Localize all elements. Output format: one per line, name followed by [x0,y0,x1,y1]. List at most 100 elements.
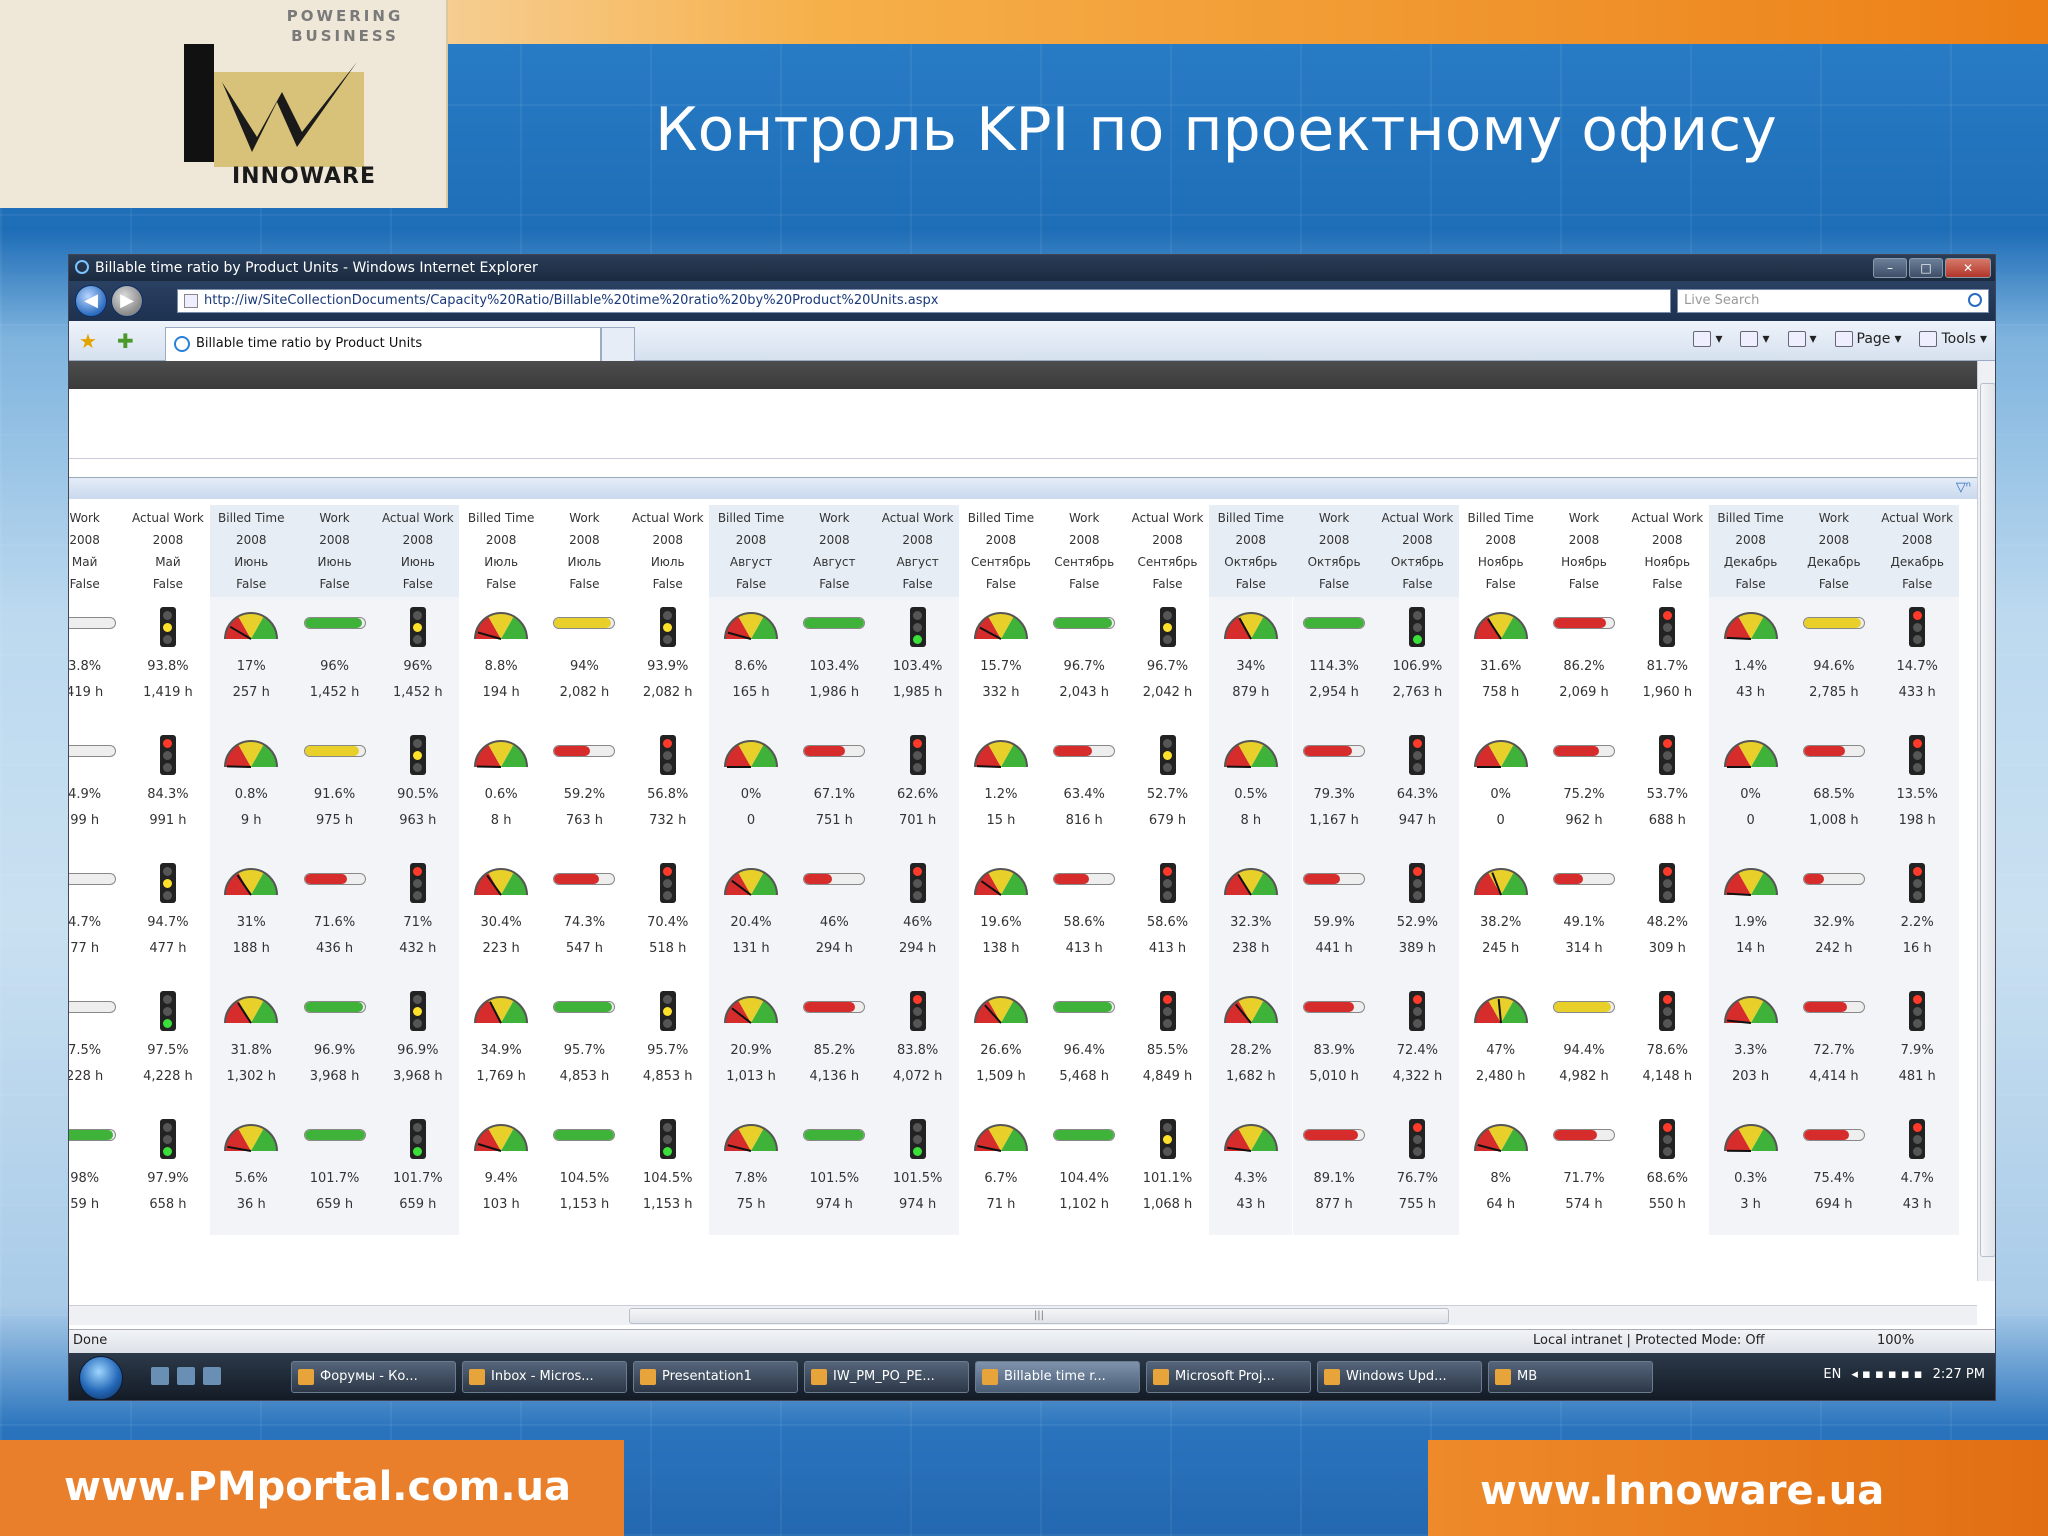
kpi-cell[interactable]: 34% 879 h [1209,597,1292,725]
kpi-cell[interactable]: 93.8% 1,419 h [126,597,209,725]
column-header[interactable]: Billed Time 2008 Июль False [459,505,542,597]
column-header[interactable]: Actual Work 2008 Декабрь False [1875,505,1959,597]
new-tab-button[interactable] [601,327,635,361]
column-header[interactable]: Actual Work 2008 Ноябрь False [1626,505,1709,597]
page-menu[interactable]: Page ▾ [1834,331,1901,347]
kpi-cell[interactable]: 70.4% 518 h [626,853,709,981]
start-button[interactable] [79,1356,123,1400]
kpi-cell[interactable]: 8.6% 165 h [709,597,792,725]
taskbar-item[interactable]: Inbox - Micros... [462,1361,627,1393]
kpi-cell[interactable]: 94.4% 4,982 h [1542,981,1625,1109]
kpi-cell[interactable]: 2.2% 16 h [1876,853,1959,981]
back-button[interactable]: ◀ [75,285,107,317]
column-header[interactable]: Work 2008 Август False [792,505,876,597]
kpi-cell[interactable]: 75.4% 694 h [1792,1109,1875,1237]
kpi-cell[interactable]: 62.6% 701 h [876,725,959,853]
kpi-cell[interactable]: 58.6% 413 h [1043,853,1126,981]
kpi-cell[interactable]: 95.7% 4,853 h [626,981,709,1109]
column-header[interactable]: Work 2008 Декабрь False [1792,505,1876,597]
column-header[interactable]: Billed Time 2008 Август False [709,505,793,597]
kpi-cell[interactable]: 72.7% 4,414 h [1792,981,1875,1109]
kpi-cell[interactable]: 114.3% 2,954 h [1292,597,1375,725]
kpi-cell[interactable]: 98% 59 h [69,1109,126,1237]
kpi-cell[interactable]: 96.9% 3,968 h [376,981,459,1109]
kpi-cell[interactable]: 31% 188 h [210,853,293,981]
kpi-cell[interactable]: 56.8% 732 h [626,725,709,853]
minimize-button[interactable]: – [1873,258,1907,278]
kpi-cell[interactable]: 104.5% 1,153 h [626,1109,709,1237]
kpi-cell[interactable]: 96.7% 2,043 h [1043,597,1126,725]
column-header[interactable]: Actual Work 2008 Июнь False [376,505,460,597]
kpi-cell[interactable]: 4.7% 77 h [69,853,126,981]
kpi-cell[interactable]: 86.2% 2,069 h [1542,597,1625,725]
kpi-cell[interactable]: 8% 64 h [1459,1109,1542,1237]
kpi-cell[interactable]: 53.7% 688 h [1626,725,1709,853]
kpi-cell[interactable]: 5.6% 36 h [210,1109,293,1237]
taskbar-item[interactable]: Presentation1 [633,1361,798,1393]
forward-button[interactable]: ▶ [111,285,143,317]
taskbar-item[interactable]: Microsoft Proj... [1146,1361,1311,1393]
favorites-star-icon[interactable]: ★ [79,329,97,353]
kpi-cell[interactable]: 19.6% 138 h [959,853,1042,981]
kpi-cell[interactable]: 52.9% 389 h [1376,853,1459,981]
column-header[interactable]: Billed Time 2008 Июнь False [209,505,293,597]
add-favorites-icon[interactable]: ✚ [117,329,134,353]
kpi-cell[interactable]: 7.8% 75 h [709,1109,792,1237]
kpi-cell[interactable]: 72.4% 4,322 h [1376,981,1459,1109]
kpi-cell[interactable]: 104.5% 1,153 h [543,1109,626,1237]
kpi-cell[interactable]: 34.9% 1,769 h [459,981,542,1109]
kpi-cell[interactable]: 32.9% 242 h [1792,853,1875,981]
kpi-cell[interactable]: 84.3% 991 h [126,725,209,853]
kpi-cell[interactable]: 3.3% 203 h [1709,981,1792,1109]
kpi-cell[interactable]: 96.4% 5,468 h [1043,981,1126,1109]
taskbar-item[interactable]: Windows Upd... [1317,1361,1482,1393]
column-header[interactable]: Billed Time 2008 Октябрь False [1209,505,1293,597]
quicklaunch-app-icon[interactable] [203,1367,221,1385]
kpi-cell[interactable]: 59.9% 441 h [1292,853,1375,981]
kpi-cell[interactable]: 103.4% 1,985 h [876,597,959,725]
kpi-cell[interactable]: 85.5% 4,849 h [1126,981,1209,1109]
kpi-cell[interactable]: 106.9% 2,763 h [1376,597,1459,725]
kpi-cell[interactable]: 0.8% 9 h [210,725,293,853]
kpi-cell[interactable]: 0% 0 [1709,725,1792,853]
kpi-cell[interactable]: 38.2% 245 h [1459,853,1542,981]
kpi-cell[interactable]: 1.4% 43 h [1709,597,1792,725]
kpi-cell[interactable]: 93.9% 2,082 h [626,597,709,725]
kpi-cell[interactable]: 0.5% 8 h [1209,725,1292,853]
zoom-level[interactable]: 100% [1877,1330,1914,1352]
kpi-cell[interactable]: 15.7% 332 h [959,597,1042,725]
kpi-cell[interactable]: 97.9% 658 h [126,1109,209,1237]
language-indicator[interactable]: EN [1823,1367,1841,1382]
column-header[interactable]: Actual Work 2008 Сентябрь False [1126,505,1209,597]
kpi-cell[interactable]: 96.7% 2,042 h [1126,597,1209,725]
column-header[interactable]: Work 2008 Май False [69,505,126,597]
column-header[interactable]: Work 2008 Октябрь False [1292,505,1376,597]
kpi-cell[interactable]: 91.6% 975 h [293,725,376,853]
tray-icons[interactable]: ◂ ▪ ▪ ▪ ▪ ▪ [1851,1367,1922,1382]
search-input[interactable]: Live Search [1677,289,1989,313]
kpi-cell[interactable]: 7.9% 481 h [1876,981,1959,1109]
kpi-cell[interactable]: 0% 0 [709,725,792,853]
kpi-cell[interactable]: 0.6% 8 h [459,725,542,853]
kpi-cell[interactable]: 71.7% 574 h [1542,1109,1625,1237]
kpi-cell[interactable]: 1.9% 14 h [1709,853,1792,981]
kpi-cell[interactable]: 75.2% 962 h [1542,725,1625,853]
kpi-cell[interactable]: 96% 1,452 h [376,597,459,725]
kpi-cell[interactable]: 0% 0 [1459,725,1542,853]
taskbar-item[interactable]: MB [1488,1361,1653,1393]
kpi-cell[interactable]: 103.4% 1,986 h [793,597,876,725]
kpi-cell[interactable]: 7.5% 228 h [69,981,126,1109]
column-header[interactable]: Actual Work 2008 Июль False [626,505,709,597]
kpi-cell[interactable]: 4.9% 99 h [69,725,126,853]
kpi-cell[interactable]: 28.2% 1,682 h [1209,981,1292,1109]
kpi-cell[interactable]: 48.2% 309 h [1626,853,1709,981]
search-icon[interactable] [1968,293,1982,307]
kpi-cell[interactable]: 96% 1,452 h [293,597,376,725]
column-header[interactable]: Actual Work 2008 Август False [875,505,960,597]
kpi-cell[interactable]: 101.7% 659 h [376,1109,459,1237]
column-header[interactable]: Actual Work 2008 Май False [126,505,209,597]
show-desktop-icon[interactable] [151,1367,169,1385]
kpi-cell[interactable]: 94.6% 2,785 h [1792,597,1875,725]
column-header[interactable]: Work 2008 Июнь False [292,505,377,597]
kpi-cell[interactable]: 32.3% 238 h [1209,853,1292,981]
